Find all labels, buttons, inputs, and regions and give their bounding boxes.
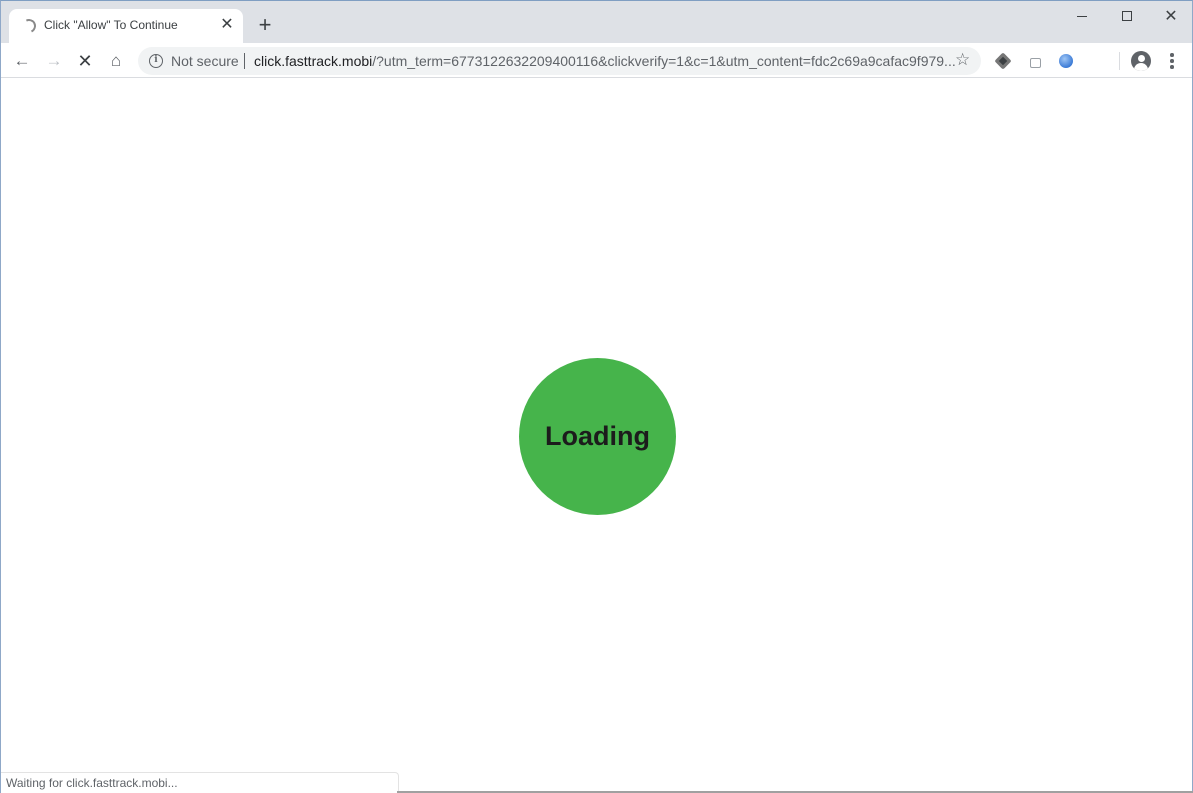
- more-vert-icon[interactable]: [1164, 51, 1180, 71]
- security-indicator[interactable]: Not secure: [171, 53, 239, 69]
- browser-toolbar: ← → ✕ ⌂ i Not secure click.fasttrack.mob…: [1, 43, 1192, 78]
- status-bar: Waiting for click.fasttrack.mobi...: [1, 772, 399, 793]
- forward-button[interactable]: →: [42, 49, 66, 73]
- loading-circle: Loading: [519, 358, 676, 515]
- close-window-button[interactable]: ✕: [1156, 5, 1186, 27]
- url-text[interactable]: click.fasttrack.mobi/?utm_term=677312263…: [254, 53, 956, 69]
- tab-strip: Click "Allow" To Continue ✕ + ✕: [1, 1, 1192, 43]
- maximize-button[interactable]: [1112, 5, 1142, 27]
- new-tab-button[interactable]: +: [253, 14, 277, 38]
- url-path: /?utm_term=6773122632209400116&clickveri…: [372, 53, 956, 69]
- url-host: click.fasttrack.mobi: [254, 53, 373, 69]
- extension-globe-icon[interactable]: [1056, 51, 1076, 71]
- back-button[interactable]: ←: [10, 49, 34, 73]
- browser-window: Click "Allow" To Continue ✕ + ✕ ← → ✕ ⌂ …: [0, 0, 1193, 793]
- home-button[interactable]: ⌂: [104, 49, 128, 73]
- page-content: Loading: [1, 79, 1192, 792]
- bookmark-star-icon[interactable]: ☆: [955, 50, 970, 70]
- loading-label: Loading: [545, 421, 650, 451]
- tab-active[interactable]: Click "Allow" To Continue ✕: [9, 9, 243, 43]
- minimize-button[interactable]: [1067, 5, 1097, 27]
- account-avatar-icon[interactable]: [1131, 51, 1151, 71]
- extension-diamond-icon[interactable]: [993, 51, 1013, 71]
- minimize-icon: [1077, 15, 1087, 17]
- toolbar-divider: [1119, 52, 1120, 70]
- extension-box-icon[interactable]: [1025, 51, 1045, 71]
- tab-title: Click "Allow" To Continue: [44, 18, 178, 32]
- divider: [244, 53, 245, 69]
- maximize-icon: [1122, 11, 1132, 21]
- address-bar[interactable]: i Not secure click.fasttrack.mobi/?utm_t…: [138, 47, 981, 75]
- loading-spinner-icon: [20, 17, 38, 35]
- info-icon[interactable]: i: [149, 54, 163, 68]
- tab-close-icon[interactable]: ✕: [219, 16, 235, 34]
- stop-loading-button[interactable]: ✕: [73, 49, 97, 73]
